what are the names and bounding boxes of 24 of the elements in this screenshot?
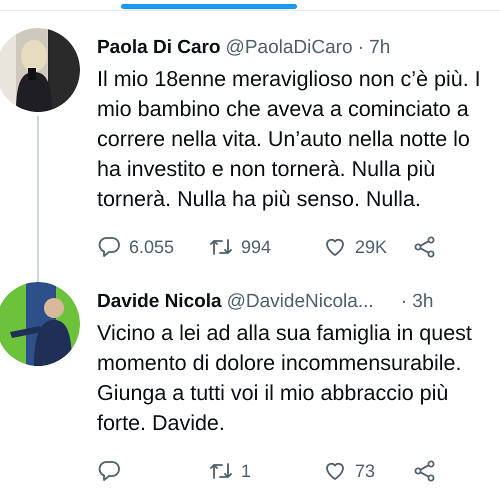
- retweet-count: 1: [241, 460, 252, 482]
- tweet-text-line: ha investito e non tornerà. Nulla più: [97, 156, 436, 183]
- tweet-text-line: momento di dolore incommensurabile.: [97, 350, 462, 377]
- tweet-text-line: mio bambino che aveva a cominciato a: [97, 96, 469, 123]
- author-name[interactable]: Paola Di Caro: [97, 36, 221, 60]
- tweet-time: · 7h: [358, 36, 390, 60]
- reply-icon[interactable]: [97, 459, 121, 483]
- tweet-text-line: Giunga a tutti voi il mio abbraccio più: [97, 380, 448, 407]
- author-handle[interactable]: @PaolaDiCaro: [226, 36, 353, 60]
- tweet-text-line: Il mio 18enne meraviglioso non c’è più. I: [97, 66, 481, 93]
- author-handle[interactable]: @DavideNicola...: [226, 290, 374, 314]
- like-count: 29K: [355, 236, 388, 258]
- share-icon[interactable]: [413, 235, 437, 259]
- tweet-text-line: forte. Davide.: [97, 410, 225, 437]
- reply-icon[interactable]: [97, 235, 121, 259]
- tweet-text-line: correre nella vita. Un’auto nella notte lo: [97, 126, 470, 153]
- tweet-text-line: tornerà. Nulla ha più senso. Nulla.: [97, 186, 421, 213]
- tweet-text-line: Vicino a lei ad alla sua famiglia in quest: [97, 320, 472, 347]
- retweet-count: 994: [241, 236, 272, 258]
- like-count: 73: [355, 460, 376, 482]
- reply-count: 6.055: [129, 236, 174, 258]
- tweet-time: · 3h: [400, 290, 434, 314]
- author-name[interactable]: Davide Nicola: [97, 290, 222, 314]
- share-icon[interactable]: [413, 459, 437, 483]
